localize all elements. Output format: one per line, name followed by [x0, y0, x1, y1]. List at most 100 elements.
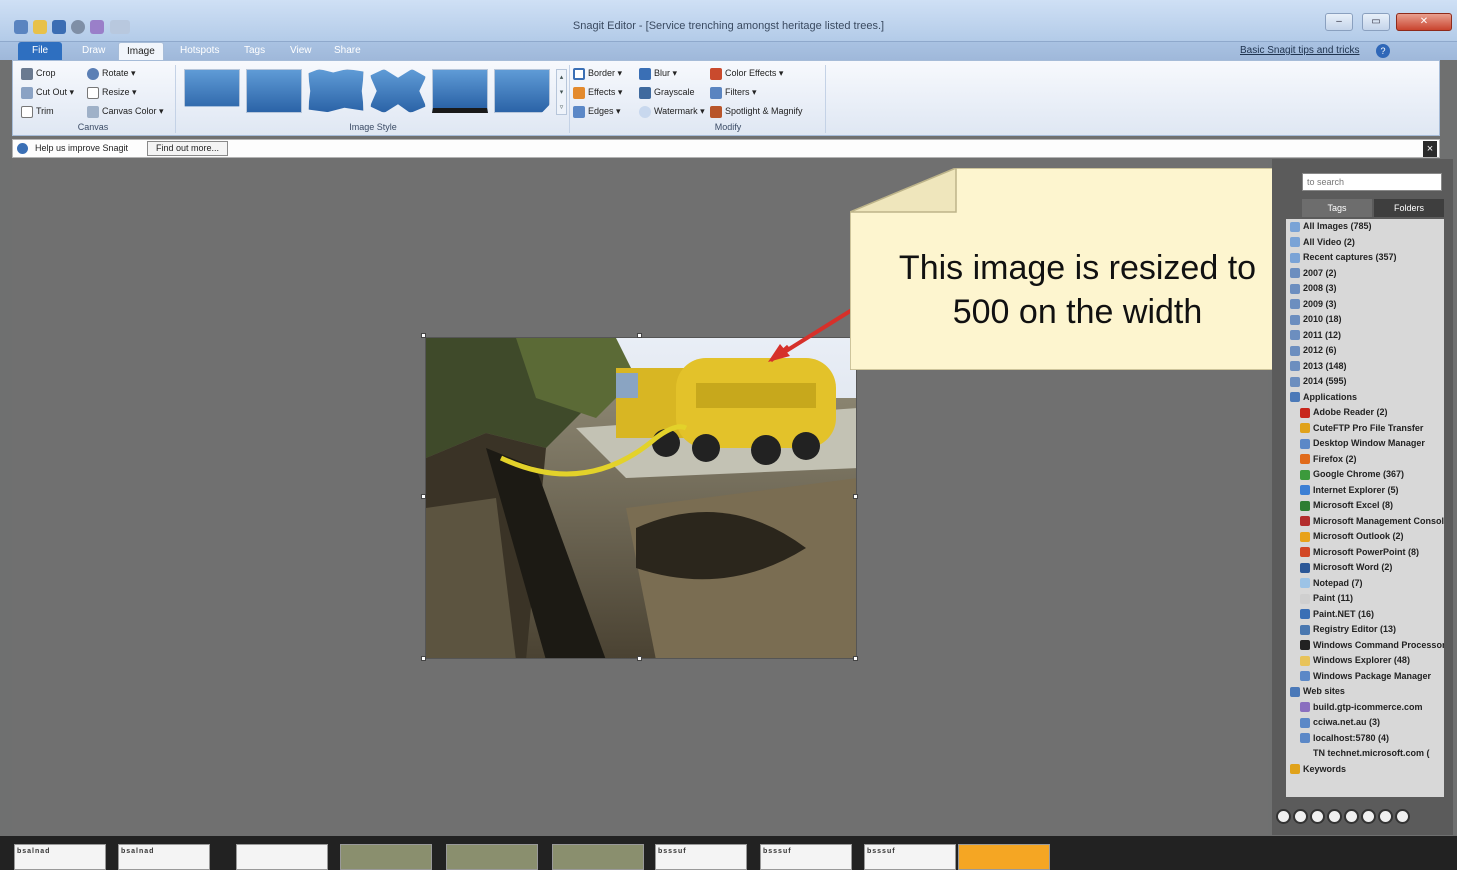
maximize-button[interactable]: ▭: [1362, 13, 1390, 31]
canvas-color-button[interactable]: Canvas Color ▾: [87, 103, 164, 120]
crop-button[interactable]: Crop: [21, 65, 56, 82]
library-tree-item[interactable]: Microsoft Excel (8): [1286, 498, 1444, 514]
library-tree-item[interactable]: Windows Package Manager: [1286, 669, 1444, 685]
resize-handle-b[interactable]: [637, 656, 642, 661]
tray-thumbnail[interactable]: [552, 844, 644, 870]
cut-out-button[interactable]: Cut Out ▾: [21, 84, 74, 101]
effects-button[interactable]: Effects ▾: [573, 84, 622, 101]
tray-thumbnail[interactable]: bsssuf: [864, 844, 956, 870]
circle-button-5[interactable]: [1344, 809, 1359, 824]
library-tree-item[interactable]: Paint (11): [1286, 591, 1444, 607]
library-tree-item[interactable]: Applications: [1286, 390, 1444, 406]
tab-tags-library[interactable]: Tags: [1302, 199, 1372, 217]
rotate-button[interactable]: Rotate ▾: [87, 65, 136, 82]
tab-folders-library[interactable]: Folders: [1374, 199, 1444, 217]
library-tree-item[interactable]: Microsoft Outlook (2): [1286, 529, 1444, 545]
tab-file[interactable]: File: [18, 42, 63, 60]
library-tree-item[interactable]: Registry Editor (13): [1286, 622, 1444, 638]
library-tree-item[interactable]: Windows Command Processor: [1286, 638, 1444, 654]
library-tree-item[interactable]: Adobe Reader (2): [1286, 405, 1444, 421]
circle-button-3[interactable]: [1310, 809, 1325, 824]
gallery-scroll[interactable]: ▴ ▾ ▿: [556, 69, 567, 115]
style-gallery-item-2[interactable]: [246, 69, 302, 113]
tray-thumbnail[interactable]: bsalnad: [118, 844, 210, 870]
library-tree-item[interactable]: 2011 (12): [1286, 328, 1444, 344]
library-tree-item[interactable]: build.gtp-icommerce.com: [1286, 700, 1444, 716]
library-tree-item[interactable]: Google Chrome (367): [1286, 467, 1444, 483]
library-tree-item[interactable]: 2014 (595): [1286, 374, 1444, 390]
grayscale-button[interactable]: Grayscale: [639, 84, 695, 101]
library-tree-item[interactable]: TN technet.microsoft.com (: [1286, 746, 1444, 762]
library-tree-item[interactable]: Desktop Window Manager: [1286, 436, 1444, 452]
callout-box[interactable]: This image is resized to 500 on the widt…: [850, 168, 1305, 370]
library-tree-item[interactable]: Microsoft Word (2): [1286, 560, 1444, 576]
library-tree-item[interactable]: Microsoft PowerPoint (8): [1286, 545, 1444, 561]
resize-button[interactable]: Resize ▾: [87, 84, 137, 101]
tray-thumbnail[interactable]: bsssuf: [760, 844, 852, 870]
tray-thumbnail[interactable]: [236, 844, 328, 870]
style-gallery-item-4[interactable]: [370, 69, 426, 113]
tab-draw[interactable]: Draw: [74, 42, 113, 60]
library-tree-item[interactable]: Paint.NET (16): [1286, 607, 1444, 623]
edited-image[interactable]: [425, 337, 857, 659]
tab-share[interactable]: Share: [326, 42, 369, 60]
library-tree-item[interactable]: 2013 (148): [1286, 359, 1444, 375]
watermark-button[interactable]: Watermark ▾: [639, 103, 705, 120]
library-tree-item[interactable]: 2007 (2): [1286, 266, 1444, 282]
resize-handle-br[interactable]: [853, 656, 858, 661]
library-tree-item[interactable]: localhost:5780 (4): [1286, 731, 1444, 747]
tab-hotspots[interactable]: Hotspots: [172, 42, 227, 60]
circle-button-6[interactable]: [1361, 809, 1376, 824]
style-gallery-item-1[interactable]: [184, 69, 240, 107]
library-tree-item[interactable]: Internet Explorer (5): [1286, 483, 1444, 499]
library-tree-item[interactable]: Microsoft Management Console: [1286, 514, 1444, 530]
close-button[interactable]: ✕: [1396, 13, 1452, 31]
filters-button[interactable]: Filters ▾: [710, 84, 757, 101]
help-link[interactable]: Basic Snagit tips and tricks: [1240, 45, 1360, 56]
close-notification-button[interactable]: ×: [1423, 141, 1437, 157]
library-tree-item[interactable]: Notepad (7): [1286, 576, 1444, 592]
tray-thumbnail[interactable]: [958, 844, 1050, 870]
library-tree-item[interactable]: cciwa.net.au (3): [1286, 715, 1444, 731]
tab-tags[interactable]: Tags: [236, 42, 273, 60]
help-icon[interactable]: ?: [1376, 44, 1390, 58]
library-tree-item[interactable]: Recent captures (357): [1286, 250, 1444, 266]
resize-handle-t[interactable]: [637, 333, 642, 338]
style-gallery-item-5[interactable]: [432, 69, 488, 113]
library-tree-item[interactable]: Windows Explorer (48): [1286, 653, 1444, 669]
tray-thumbnail[interactable]: [446, 844, 538, 870]
resize-handle-l[interactable]: [421, 494, 426, 499]
style-gallery-item-3[interactable]: [308, 69, 364, 113]
circle-button-1[interactable]: [1276, 809, 1291, 824]
library-tree-item[interactable]: CuteFTP Pro File Transfer: [1286, 421, 1444, 437]
resize-handle-tl[interactable]: [421, 333, 426, 338]
tray-thumbnail[interactable]: [340, 844, 432, 870]
circle-button-2[interactable]: [1293, 809, 1308, 824]
find-out-more-button[interactable]: Find out more...: [147, 141, 229, 156]
edges-button[interactable]: Edges ▾: [573, 103, 621, 120]
spotlight-magnify-button[interactable]: Spotlight & Magnify: [710, 103, 803, 120]
minimize-button[interactable]: –: [1325, 13, 1353, 31]
resize-handle-r[interactable]: [853, 494, 858, 499]
library-tree-item[interactable]: All Images (785): [1286, 219, 1444, 235]
library-tree-item[interactable]: 2010 (18): [1286, 312, 1444, 328]
circle-button-8[interactable]: [1395, 809, 1410, 824]
tab-image[interactable]: Image: [118, 42, 164, 60]
blur-button[interactable]: Blur ▾: [639, 65, 677, 82]
library-tree-item[interactable]: 2012 (6): [1286, 343, 1444, 359]
library-tree-item[interactable]: Web sites: [1286, 684, 1444, 700]
library-tree-item[interactable]: 2008 (3): [1286, 281, 1444, 297]
color-effects-button[interactable]: Color Effects ▾: [710, 65, 783, 82]
library-tree-item[interactable]: Firefox (2): [1286, 452, 1444, 468]
library-tree-item[interactable]: All Video (2): [1286, 235, 1444, 251]
resize-handle-bl[interactable]: [421, 656, 426, 661]
tray-thumbnail[interactable]: bsssuf: [655, 844, 747, 870]
style-gallery-item-6[interactable]: [494, 69, 550, 113]
tab-view[interactable]: View: [282, 42, 320, 60]
border-button[interactable]: Border ▾: [573, 65, 622, 82]
tray-thumbnail[interactable]: bsalnad: [14, 844, 106, 870]
circle-button-4[interactable]: [1327, 809, 1342, 824]
library-tree-item[interactable]: Keywords: [1286, 762, 1444, 778]
trim-button[interactable]: Trim: [21, 103, 54, 120]
circle-button-7[interactable]: [1378, 809, 1393, 824]
